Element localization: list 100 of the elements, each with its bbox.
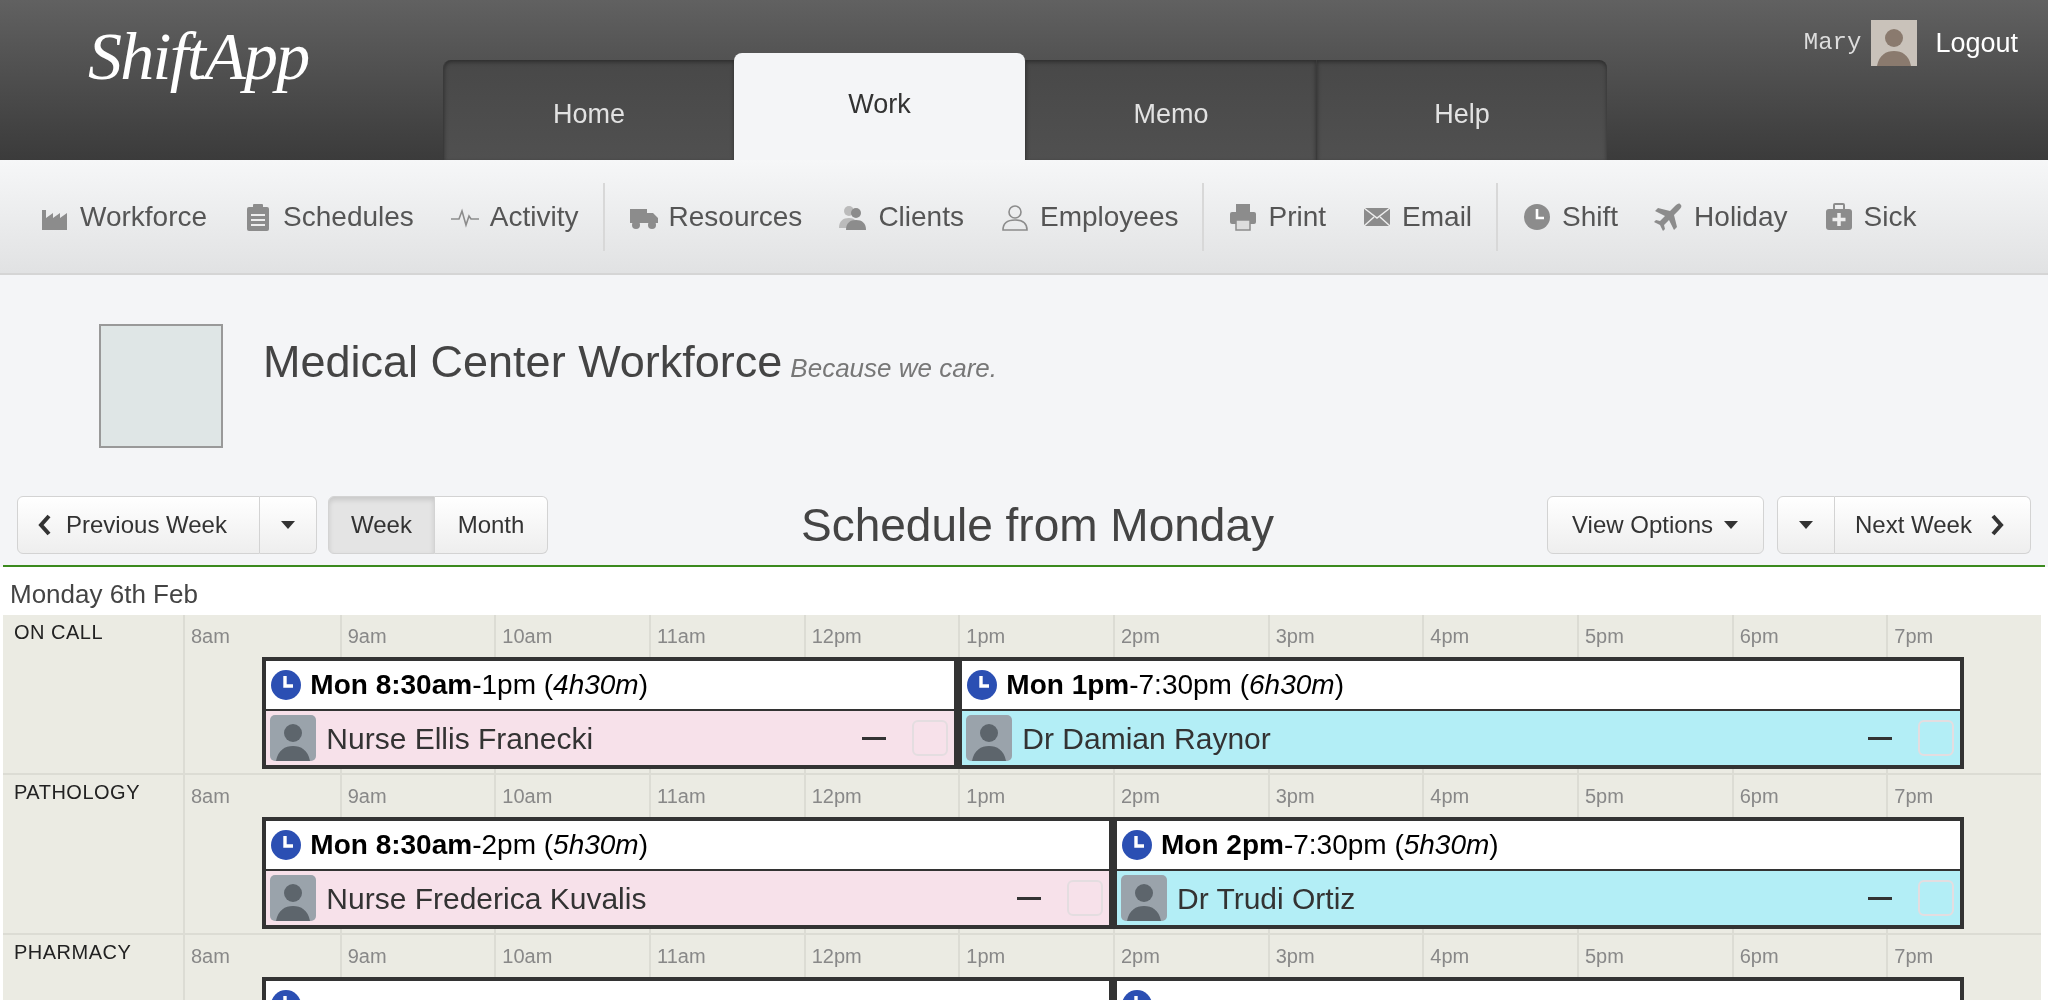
hour-label: 10am [502, 625, 553, 647]
organization-title: Medical Center Workforce [263, 335, 783, 389]
minus-icon[interactable] [1867, 896, 1892, 900]
lane-label: PATHOLOGY [14, 781, 140, 803]
hour-label: 3pm [1275, 625, 1315, 647]
hour-label: 11am [657, 625, 706, 647]
hour-label: 6pm [1739, 785, 1779, 807]
minus-icon[interactable] [1017, 896, 1041, 900]
hour-label: 8am [191, 625, 230, 647]
hour-label: 10am [502, 945, 553, 967]
minus-icon[interactable] [1867, 736, 1892, 740]
avatar-silhouette [1871, 20, 1918, 66]
hour-label: 11am [657, 785, 706, 807]
hour-label: 6pm [1739, 945, 1779, 967]
toolbar-button[interactable]: Schedules [225, 186, 432, 247]
next-week-button[interactable]: Next Week [1835, 496, 2031, 554]
hour-label: 8am [191, 945, 230, 967]
hour-label: 1pm [966, 945, 1006, 967]
hour-label: 7pm [1894, 785, 1934, 807]
hour-label: 2pm [1121, 945, 1160, 967]
checkbox[interactable] [1917, 720, 1954, 756]
hour-label: 10am [502, 785, 553, 807]
clock-icon [966, 669, 999, 701]
hour-label: 12pm [811, 785, 862, 807]
hour-label: 5pm [1585, 785, 1624, 807]
hour-label: 9am [347, 785, 387, 807]
view-options-button[interactable]: View Options [1547, 496, 1764, 554]
toolbar-button[interactable]: Resources [610, 186, 821, 247]
day-label: Monday 6th Feb [9, 578, 198, 611]
lane-label: PHARMACY [14, 941, 132, 963]
toolbar-button[interactable]: Clients [820, 186, 982, 247]
employee-name: Nurse Ellis Franecki [326, 720, 595, 757]
checkbox[interactable] [1917, 880, 1954, 916]
minus-icon[interactable] [862, 736, 887, 740]
hour-label: 9am [347, 945, 387, 967]
hour-label: 12pm [811, 945, 862, 967]
clock-icon [1121, 829, 1153, 861]
view-toggle[interactable]: Month [435, 496, 548, 554]
clock-icon [1522, 201, 1553, 232]
hour-label: 2pm [1121, 785, 1160, 807]
hour-label: 4pm [1430, 625, 1470, 647]
avatar-silhouette [270, 715, 317, 761]
hour-label: 7pm [1894, 945, 1934, 967]
toolbar-button[interactable]: Email [1344, 186, 1491, 247]
avatar-silhouette [966, 715, 1013, 761]
hour-label: 3pm [1275, 785, 1315, 807]
hour-label: 5pm [1585, 945, 1624, 967]
hour-label: 12pm [811, 625, 862, 647]
toolbar-button[interactable]: Holiday [1636, 186, 1806, 247]
hour-label: 3pm [1275, 945, 1315, 967]
shift-time: Mon 1pm-7:30pm (6h30m) [1006, 668, 1344, 702]
toolbar-button[interactable]: Sick [1805, 186, 1935, 247]
shift-card[interactable]: Mon 1pm-7:30pm (6h30m) Dr Damian Raynor [958, 657, 1964, 769]
lane-label: ON CALL [14, 621, 104, 643]
user-name: Mary [1803, 28, 1862, 58]
medical-kit-icon [1823, 201, 1854, 232]
caret-down-icon [280, 520, 296, 530]
hour-label: 4pm [1430, 785, 1470, 807]
hour-label: 6pm [1739, 625, 1779, 647]
avatar-silhouette [270, 875, 317, 921]
hour-label: 1pm [966, 785, 1006, 807]
shift-card[interactable]: Mon 8:30am-1pm (4h30m) Nurse Ellis Franecki [262, 657, 959, 769]
tagline: Because we care. [790, 352, 998, 385]
printer-icon [1228, 201, 1259, 232]
shift-time: Mon 2pm-7:30pm (5h30m) [1161, 828, 1499, 862]
shift-card[interactable]: Mon 2pm-7:30pm (5h30m) Dr Trudi Ortiz [1113, 817, 1964, 929]
toolbar-button[interactable]: Workforce [22, 186, 226, 247]
hour-label: 8am [191, 785, 230, 807]
nav-tab[interactable]: Home [443, 60, 734, 160]
clock-icon [270, 829, 303, 861]
schedule-title: Schedule from Monday [800, 497, 1275, 553]
shift-time: Mon 8:30am-1pm (4h30m) [310, 668, 648, 702]
nav-tab[interactable]: Help [1316, 60, 1607, 160]
clock-icon [270, 669, 303, 701]
shift-time: Mon 8:30am-2pm (5h30m) [310, 828, 648, 862]
employee-name: Nurse Frederica Kuvalis [326, 880, 648, 917]
toolbar-button[interactable]: Shift [1504, 186, 1637, 247]
nav-tab[interactable]: Memo [1025, 60, 1316, 160]
hour-label: 9am [347, 625, 387, 647]
nav-tab[interactable]: Work [734, 53, 1025, 160]
hour-label: 5pm [1585, 625, 1624, 647]
hour-label: 7pm [1894, 625, 1934, 647]
logout-link[interactable]: Logout [1935, 22, 2018, 64]
chevron-left-icon [38, 514, 52, 536]
employee-name: Dr Trudi Ortiz [1177, 880, 1357, 917]
hour-label: 2pm [1121, 625, 1160, 647]
hour-label: 11am [657, 945, 706, 967]
caret-down-icon [1723, 520, 1739, 530]
toolbar-button[interactable]: Employees [981, 186, 1197, 247]
caret-down-icon [1798, 520, 1814, 530]
toolbar-button[interactable]: Activity [431, 186, 597, 247]
view-toggle[interactable]: Week [328, 496, 435, 554]
hour-label: 4pm [1430, 945, 1470, 967]
chevron-right-icon [1989, 514, 2004, 536]
avatar-silhouette [1121, 875, 1167, 921]
shift-card[interactable]: Mon 8:30am-2pm (5h30m) Nurse Frederica Kuvalis [262, 817, 1113, 929]
hour-label: 1pm [966, 625, 1006, 647]
employee-name: Dr Damian Raynor [1022, 720, 1272, 757]
previous-week-button[interactable]: Previous Week [17, 496, 260, 554]
toolbar-button[interactable]: Print [1210, 186, 1345, 247]
